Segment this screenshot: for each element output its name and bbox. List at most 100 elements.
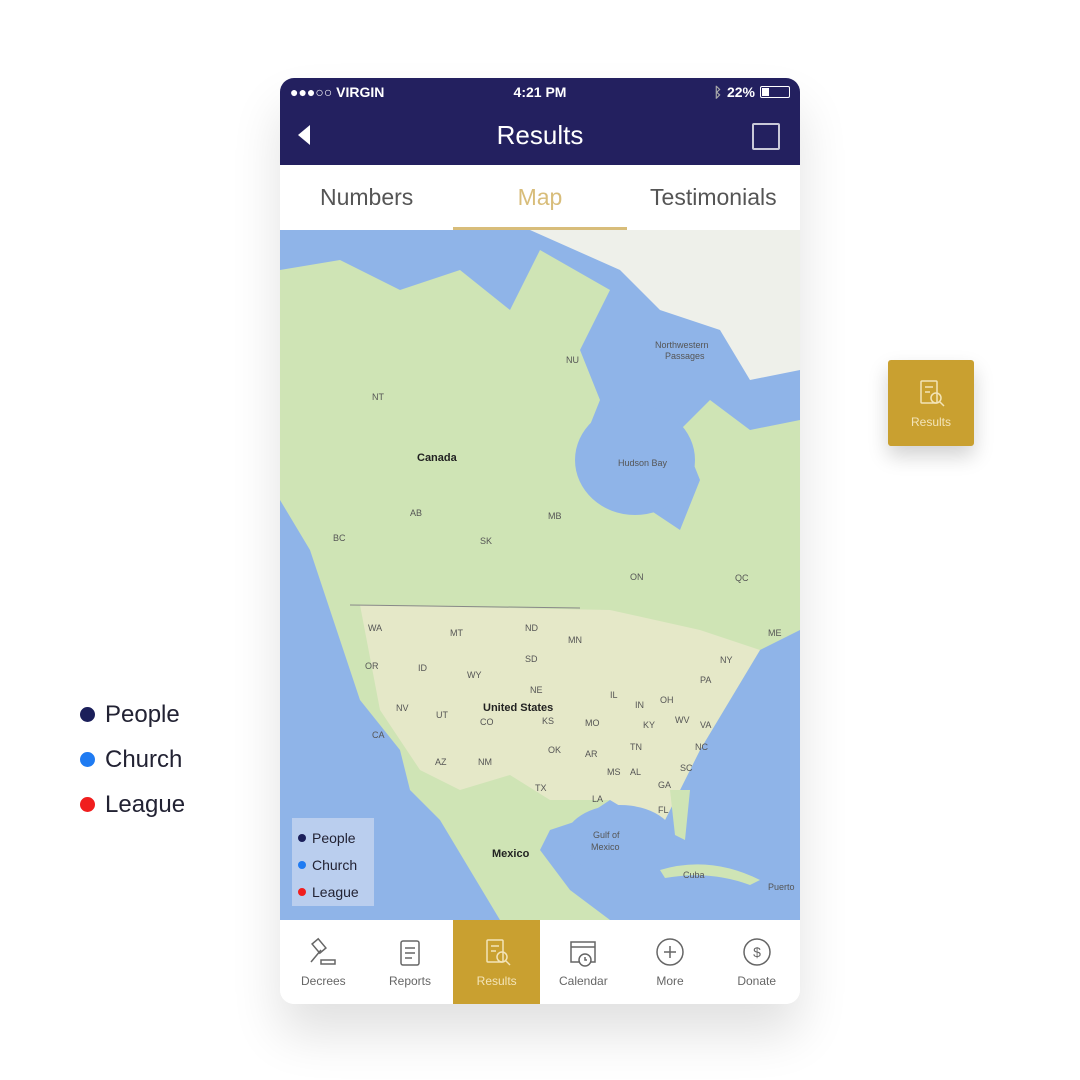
map-label: AR (585, 749, 598, 759)
results-icon (920, 380, 945, 407)
map-label: MT (450, 628, 463, 638)
map-label: Canada (417, 452, 457, 464)
map-label: NT (372, 392, 384, 402)
map-label: Mexico (492, 848, 530, 860)
nav-bar: Results (280, 106, 800, 165)
tab-map[interactable]: Map (453, 165, 627, 230)
legend-label: League (312, 883, 359, 900)
map-label: MN (568, 635, 582, 645)
church-dot-icon (80, 752, 95, 767)
plus-circle-icon (656, 938, 684, 966)
bottom-tab-bar: Decrees Reports Results Calendar More $ D… (280, 920, 800, 1004)
map-label: ON (630, 572, 644, 582)
page-title: Results (496, 120, 584, 150)
tab-calendar[interactable]: Calendar (540, 920, 627, 1004)
map-label: ND (525, 623, 538, 633)
floating-button-label: Results (910, 415, 951, 429)
map-label: AL (630, 767, 642, 777)
tab-bar-top: Numbers Map Testimonials (280, 165, 800, 230)
report-icon (400, 940, 420, 966)
tab-label: Donate (737, 974, 777, 988)
phone-screen: ●●●○○ VIRGIN 4:21 PM ᛒ 22% Results Number… (280, 78, 800, 1004)
legend-label: People (312, 829, 356, 846)
map-label: CA (372, 730, 385, 740)
back-icon[interactable] (298, 125, 310, 145)
map-label: AZ (435, 757, 447, 767)
tab-numbers[interactable]: Numbers (280, 165, 453, 230)
legend-item-league: League (80, 782, 185, 827)
map-label: Passages (665, 351, 705, 361)
map-label: OH (660, 695, 674, 705)
tab-label: Calendar (559, 974, 608, 988)
map-label: SD (525, 654, 538, 664)
map-label: Gulf of (593, 830, 620, 840)
map-label: OK (548, 745, 562, 755)
tab-label: More (656, 974, 684, 988)
legend-item-church: Church (80, 737, 185, 782)
map-label: QC (735, 573, 749, 583)
map-label: Cuba (683, 870, 705, 880)
map-label: Puerto (768, 882, 795, 892)
map-label: NM (478, 757, 492, 767)
results-icon (485, 939, 511, 966)
map-label: NE (530, 685, 543, 695)
map-label: FL (658, 805, 669, 815)
map-legend: People Church League (292, 818, 374, 906)
church-dot-icon (298, 860, 306, 869)
gulf-of-mexico (565, 805, 675, 875)
tab-decrees[interactable]: Decrees (280, 920, 367, 1004)
map-label: ID (418, 663, 427, 673)
map-label: Northwestern (655, 340, 709, 350)
people-dot-icon (298, 833, 306, 842)
svg-text:$: $ (753, 944, 761, 960)
tab-results[interactable]: Results (453, 920, 541, 1004)
clock: 4:21 PM (513, 84, 567, 100)
map-label: KS (542, 716, 555, 726)
map-label: VA (700, 720, 712, 730)
legend-item-people: People (80, 692, 185, 737)
map-label: LA (592, 794, 604, 804)
tab-label: Decrees (300, 974, 346, 988)
map-label: WY (467, 670, 482, 680)
map-label: GA (658, 780, 672, 790)
map-label: MB (548, 511, 562, 521)
map-label: WV (675, 715, 690, 725)
tab-label: Results (476, 974, 517, 988)
legend-item-church[interactable]: Church (298, 851, 368, 878)
legend-item-people[interactable]: People (298, 824, 368, 851)
map-label: OR (365, 661, 379, 671)
map-label: ME (768, 628, 782, 638)
map-label: MO (585, 718, 600, 728)
map-label: UT (436, 710, 448, 720)
map-label: SC (680, 763, 693, 773)
map-label: NC (695, 742, 708, 752)
map-label: NY (720, 655, 733, 665)
tab-testimonials[interactable]: Testimonials (627, 165, 800, 230)
floating-results-button[interactable]: Results (888, 360, 974, 446)
map-label: AB (410, 508, 423, 518)
league-dot-icon (80, 797, 95, 812)
map-label: PA (700, 675, 712, 685)
legend-label: League (105, 790, 186, 818)
tab-reports[interactable]: Reports (367, 920, 454, 1004)
map-label: WA (368, 623, 383, 633)
map-label: IN (635, 700, 644, 710)
cuba (660, 864, 760, 885)
tab-donate[interactable]: $ Donate (713, 920, 800, 1004)
dollar-circle-icon: $ (742, 938, 771, 966)
legend-label: People (105, 700, 180, 728)
map-label: BC (333, 533, 346, 543)
tab-label: Reports (388, 974, 432, 988)
map-label: MS (607, 767, 621, 777)
legend-item-league[interactable]: League (298, 878, 368, 905)
gavel-icon (310, 937, 337, 965)
map-label: TN (630, 742, 642, 752)
tab-more[interactable]: More (627, 920, 714, 1004)
status-bar: ●●●○○ VIRGIN 4:21 PM ᛒ 22% (280, 78, 800, 106)
map-label: NV (396, 703, 409, 713)
calendar-icon[interactable] (752, 123, 780, 150)
people-dot-icon (80, 707, 95, 722)
map-label: IL (610, 690, 618, 700)
map-label: TX (535, 783, 547, 793)
map-view[interactable]: Northwestern Passages Hudson Bay Canada … (280, 230, 800, 920)
